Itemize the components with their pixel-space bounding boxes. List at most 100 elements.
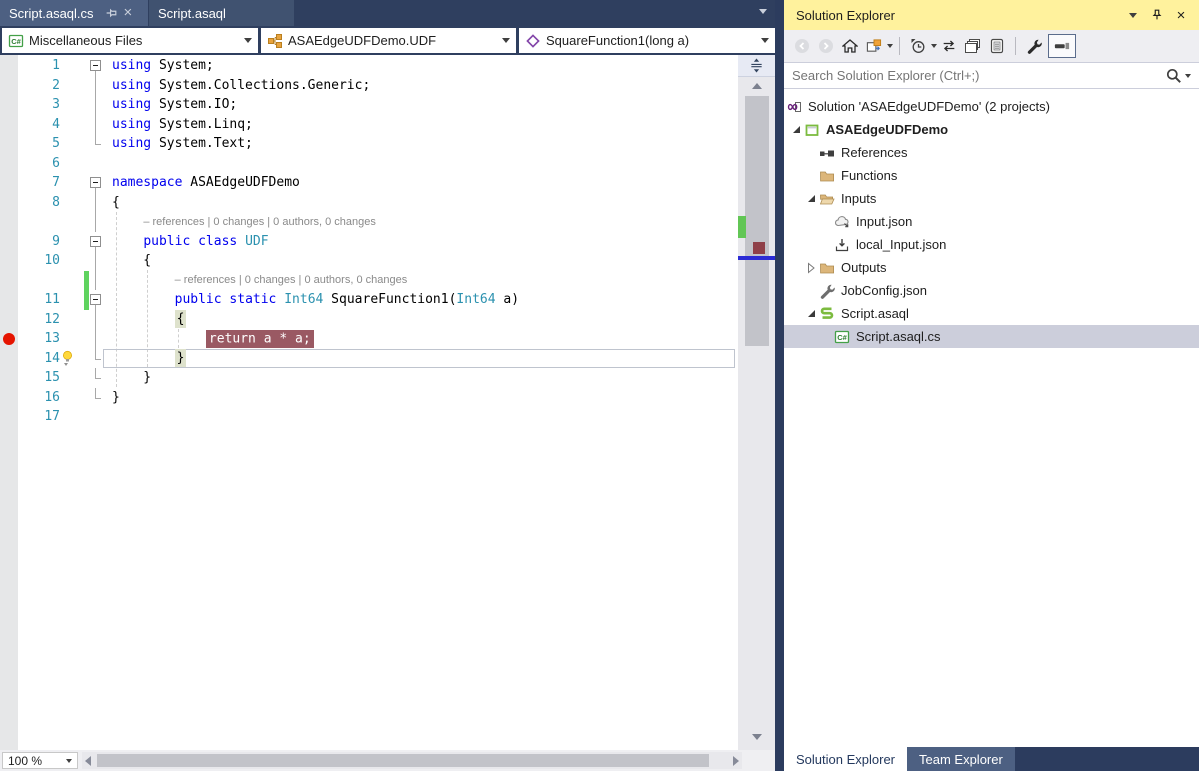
tree-item-jobconfig-json[interactable]: JobConfig.json <box>784 279 1199 302</box>
pending-changes-filter-button[interactable] <box>908 36 928 56</box>
glyph-margin-cell <box>0 173 18 193</box>
code-line[interactable]: 10 { <box>0 251 738 271</box>
switch-views-button[interactable] <box>864 36 884 56</box>
chevron-down-icon[interactable] <box>931 44 937 48</box>
outlining-margin[interactable] <box>89 154 103 174</box>
sync-with-active-document-button[interactable] <box>939 36 959 56</box>
chevron-down-icon[interactable] <box>1185 74 1191 78</box>
codelens-row[interactable]: – references | 0 changes | 0 authors, 0 … <box>0 212 738 232</box>
outlining-margin[interactable] <box>89 95 103 115</box>
outlining-margin[interactable] <box>89 310 103 330</box>
code-line[interactable]: 8{ <box>0 193 738 213</box>
scroll-right-arrow[interactable] <box>733 756 739 766</box>
scroll-down-arrow[interactable] <box>752 734 762 740</box>
document-well-chevron-icon[interactable] <box>759 9 767 14</box>
code-line[interactable]: 9 public class UDF <box>0 232 738 252</box>
code-line[interactable]: 5using System.Text; <box>0 134 738 154</box>
expander-collapsed-icon[interactable] <box>803 262 819 274</box>
tree-item-script-asaql-cs[interactable]: C#Script.asaql.cs <box>784 325 1199 348</box>
lightbulb-icon[interactable] <box>60 349 76 369</box>
outlining-margin[interactable] <box>89 407 103 427</box>
collapse-all-button[interactable] <box>963 36 983 56</box>
close-icon[interactable]: × <box>1171 5 1191 25</box>
home-button[interactable] <box>840 36 860 56</box>
outlining-margin[interactable] <box>89 368 103 388</box>
outlining-margin[interactable] <box>89 251 103 271</box>
preview-selected-items-toggle[interactable] <box>1048 34 1076 58</box>
tree-item-script-asaql[interactable]: Script.asaql <box>784 302 1199 325</box>
code-line[interactable]: 11 public static Int64 SquareFunction1(I… <box>0 290 738 310</box>
scrollbar-thumb[interactable] <box>745 96 769 346</box>
type-dropdown[interactable]: ASAEdgeUDFDemo.UDF <box>261 28 516 53</box>
code-line[interactable]: 3using System.IO; <box>0 95 738 115</box>
horizontal-scrollbar[interactable] <box>82 752 742 769</box>
codelens-indicator[interactable]: – references | 0 changes | 0 authors, 0 … <box>103 274 407 286</box>
outlining-margin[interactable] <box>89 134 103 154</box>
tree-item-references[interactable]: References <box>784 141 1199 164</box>
project-dropdown[interactable]: C# Miscellaneous Files <box>2 28 258 53</box>
outlining-margin[interactable] <box>89 329 103 349</box>
vertical-scrollbar[interactable] <box>738 55 775 750</box>
member-dropdown[interactable]: SquareFunction1(long a) <box>519 28 775 53</box>
close-icon[interactable]: × <box>124 6 133 20</box>
code-line[interactable]: 13 return a * a; <box>0 329 738 349</box>
codelens-indicator[interactable]: – references | 0 changes | 0 authors, 0 … <box>103 216 376 228</box>
scroll-up-arrow[interactable] <box>752 83 762 89</box>
tree-item-outputs[interactable]: Outputs <box>784 256 1199 279</box>
show-all-files-button[interactable] <box>987 36 1007 56</box>
code-line[interactable]: 6 <box>0 154 738 174</box>
window-menu-chevron-icon[interactable] <box>1123 5 1143 25</box>
tree-item-local-input-json[interactable]: local_Input.json <box>784 233 1199 256</box>
tree-item-asaedgeudfdemo[interactable]: ASAEdgeUDFDemo <box>784 118 1199 141</box>
code-line[interactable]: 7namespace ASAEdgeUDFDemo <box>0 173 738 193</box>
code-line[interactable]: 15 } <box>0 368 738 388</box>
code-line[interactable]: 2using System.Collections.Generic; <box>0 76 738 96</box>
tab-solution-explorer[interactable]: Solution Explorer <box>784 747 907 771</box>
outlining-margin[interactable] <box>89 115 103 135</box>
back-button[interactable] <box>792 36 812 56</box>
code-line[interactable]: 12 { <box>0 310 738 330</box>
expander-expanded-icon[interactable] <box>788 126 804 133</box>
tab-script-asaql[interactable]: Script.asaql <box>149 0 294 26</box>
outlining-margin[interactable] <box>89 173 103 193</box>
outlining-margin[interactable] <box>89 271 103 291</box>
code-line[interactable]: 4using System.Linq; <box>0 115 738 135</box>
forward-button[interactable] <box>816 36 836 56</box>
scrollbar-thumb[interactable] <box>97 754 709 767</box>
tree-item-inputs[interactable]: Inputs <box>784 187 1199 210</box>
code-line[interactable]: 1using System; <box>0 56 738 76</box>
outlining-margin[interactable] <box>89 232 103 252</box>
outlining-margin[interactable] <box>89 388 103 408</box>
expander-expanded-icon[interactable] <box>803 195 819 202</box>
outlining-margin[interactable] <box>89 290 103 310</box>
tab-script-asaql-cs[interactable]: Script.asaql.cs × <box>0 0 148 26</box>
tree-item-solution-asaedgeudfdemo-2-projects[interactable]: Solution 'ASAEdgeUDFDemo' (2 projects) <box>784 95 1199 118</box>
tab-team-explorer[interactable]: Team Explorer <box>907 747 1015 771</box>
solution-explorer-search[interactable] <box>784 62 1199 89</box>
outlining-margin[interactable] <box>89 349 103 369</box>
editor-splitter-handle[interactable] <box>738 55 775 77</box>
breakpoint-indicator[interactable] <box>3 333 15 345</box>
chevron-down-icon[interactable] <box>887 44 893 48</box>
scroll-left-arrow[interactable] <box>85 756 91 766</box>
search-icon[interactable] <box>1165 67 1183 85</box>
code-editor[interactable]: 1using System;2using System.Collections.… <box>0 55 738 750</box>
outlining-margin[interactable] <box>89 212 103 232</box>
codelens-row[interactable]: – references | 0 changes | 0 authors, 0 … <box>0 271 738 291</box>
code-line[interactable]: 16} <box>0 388 738 408</box>
expander-expanded-icon[interactable] <box>803 310 819 317</box>
outlining-margin[interactable] <box>89 56 103 76</box>
pin-icon[interactable] <box>104 6 118 20</box>
outlining-margin[interactable] <box>89 76 103 96</box>
pin-icon[interactable] <box>1147 5 1167 25</box>
tree-item-input-json[interactable]: Input.json <box>784 210 1199 233</box>
properties-wrench-button[interactable] <box>1024 36 1044 56</box>
code-line[interactable]: 14 } <box>0 349 738 369</box>
window-splitter[interactable] <box>775 0 784 771</box>
code-line[interactable]: 17 <box>0 407 738 427</box>
outlining-margin[interactable] <box>89 193 103 213</box>
search-input[interactable] <box>784 68 1165 83</box>
svg-text:C#: C# <box>837 333 847 342</box>
tree-item-functions[interactable]: Functions <box>784 164 1199 187</box>
zoom-dropdown[interactable]: 100 % <box>2 752 78 769</box>
